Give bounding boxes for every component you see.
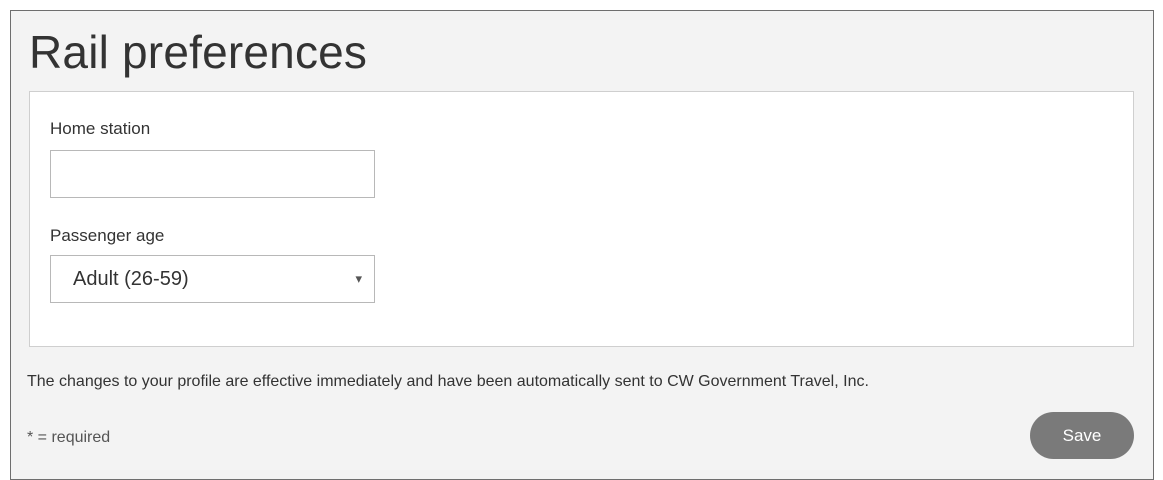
rail-preferences-panel: Rail preferences Home station Passenger … <box>10 10 1154 480</box>
passenger-age-label: Passenger age <box>50 226 165 245</box>
home-station-input[interactable] <box>50 150 375 198</box>
passenger-age-selected-value: Adult (26-59) <box>73 268 189 290</box>
required-note: * = required <box>27 429 111 446</box>
profile-update-notice: The changes to your profile are effectiv… <box>27 373 869 390</box>
chevron-down-icon: ▾ <box>355 271 362 286</box>
save-button[interactable]: Save <box>1030 412 1134 459</box>
home-station-label: Home station <box>50 119 151 138</box>
page-title: Rail preferences <box>29 26 368 78</box>
passenger-age-select[interactable]: Adult (26-59) ▾ <box>50 255 375 303</box>
preferences-form-card: Home station Passenger age Adult (26-59)… <box>29 91 1134 347</box>
